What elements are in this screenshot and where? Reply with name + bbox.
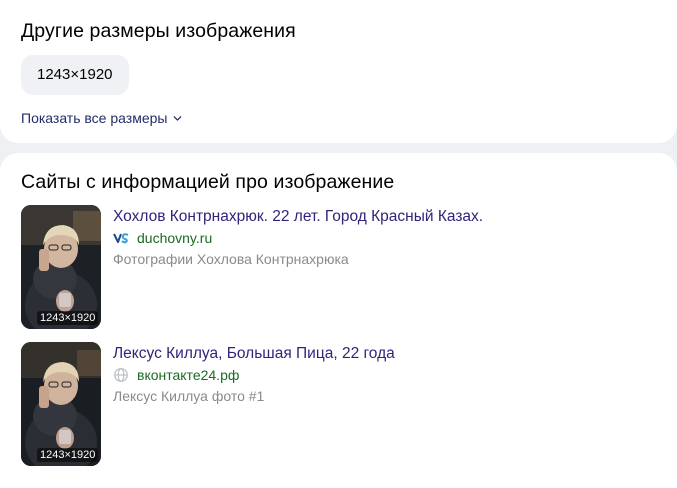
site-domain: вконтакте24.рф xyxy=(137,367,240,383)
site-description: Лексус Киллуа фото #1 xyxy=(113,388,265,404)
sites-section-title: Сайты с информацией про изображение xyxy=(21,171,395,193)
site-description: Фотографии Хохлова Контрнахрюка xyxy=(113,251,349,267)
site-thumbnail[interactable]: 1243×1920 xyxy=(21,342,101,466)
site-source-link[interactable]: вконтакте24.рф xyxy=(113,367,239,383)
vs-logo-icon xyxy=(113,233,129,244)
show-all-sizes-label: Показать все размеры xyxy=(21,110,168,126)
site-thumbnail[interactable]: 1243×1920 xyxy=(21,205,101,329)
site-result: 1243×1920 Лексус Киллуа, Большая Пица, 2… xyxy=(21,342,661,466)
size-chip[interactable]: 1243×1920 xyxy=(21,55,129,95)
site-title-link[interactable]: Лексус Киллуа, Большая Пица, 22 года xyxy=(113,345,395,363)
site-domain: duchovny.ru xyxy=(137,230,213,246)
other-sizes-title: Другие размеры изображения xyxy=(21,20,296,42)
thumbnail-size-label: 1243×1920 xyxy=(37,448,99,462)
globe-icon xyxy=(114,368,128,382)
chevron-down-icon xyxy=(174,115,182,121)
site-title-link[interactable]: Хохлов Контрнахрюк. 22 лет. Город Красны… xyxy=(113,208,483,226)
site-source-link[interactable]: duchovny.ru xyxy=(113,230,212,246)
site-result: 1243×1920 Хохлов Контрнахрюк. 22 лет. Го… xyxy=(21,205,661,329)
thumbnail-size-label: 1243×1920 xyxy=(37,311,99,325)
other-sizes-card: Другие размеры изображения 1243×1920 Пок… xyxy=(0,0,677,143)
sites-with-info-card: Сайты с информацией про изображение 1243… xyxy=(0,153,677,488)
show-all-sizes-link[interactable]: Показать все размеры xyxy=(21,110,183,126)
